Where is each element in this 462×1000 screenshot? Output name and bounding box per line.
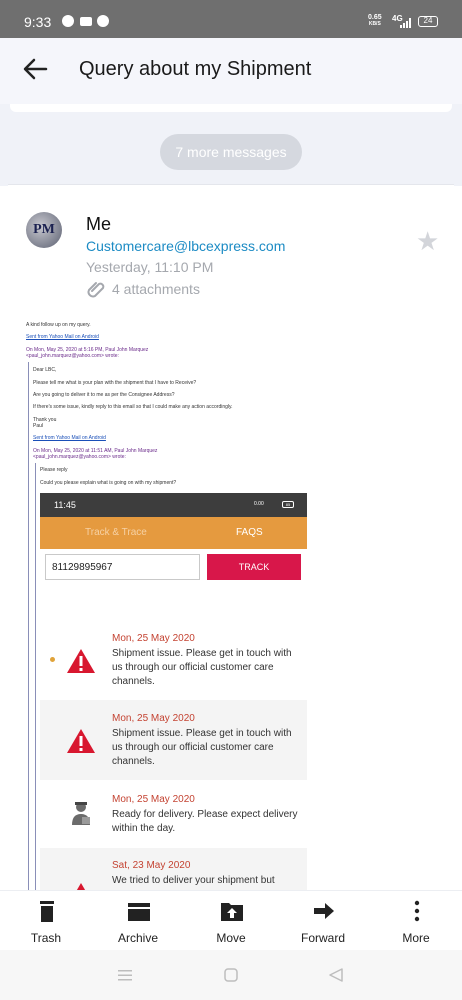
tracking-number-field: 81129895967 [45,554,200,580]
status-bar: 9:33 0.65 KB/S 4G 24 [0,0,462,38]
event-message: Shipment issue. Please get in touch with… [112,728,292,767]
tracking-event: Sat, 23 May 2020 We tried to deliver you… [40,848,307,890]
more-messages-button[interactable]: 7 more messages [160,134,302,170]
battery-icon: 24 [418,16,438,27]
event-message: We tried to deliver your shipment but [112,875,275,886]
tracking-event: Mon, 25 May 2020 Ready for delivery. Ple… [40,782,307,846]
home-icon[interactable] [223,967,239,983]
sender-name: Me [86,214,112,234]
quote-header: <paul_john.marquez@yahoo.com> wrote: [33,454,126,460]
forward-arrow-icon [314,903,334,919]
sent-from-link[interactable]: Sent from Yahoo Mail on Android [26,334,99,340]
event-date: Mon, 25 May 2020 [112,713,195,724]
body-line: Dear LBC, [33,367,57,373]
paperclip-icon [87,282,105,298]
system-nav-bar [0,950,462,1000]
app-header: Query about my Shipment [0,38,462,104]
mail-icon [80,17,92,26]
trash-icon [40,901,54,922]
star-icon[interactable]: ★ [416,226,439,257]
previous-message-card[interactable] [10,104,452,112]
warning-icon [67,649,95,673]
body-line: Could you please explain what is going o… [40,480,177,486]
page-title: Query about my Shipment [79,58,312,80]
tab-faqs: FAQS [236,527,263,538]
event-message: Shipment issue. Please get in touch with… [112,648,292,687]
body-line: If there's some issue, kindly reply to t… [33,404,233,410]
quote-header: <paul_john.marquez@yahoo.com> wrote: [26,353,119,359]
back-arrow-icon[interactable] [22,56,48,82]
courier-icon [72,802,90,825]
back-nav-icon[interactable] [328,967,344,983]
event-message: Ready for delivery. Please expect delive… [112,809,298,834]
event-date: Mon, 25 May 2020 [112,794,195,805]
recipient-email[interactable]: Customercare@lbcexpress.com [86,238,285,254]
quote-bar [28,362,29,897]
tab-track-trace: Track & Trace [85,527,147,538]
body-line: Please tell me what is your plan with th… [33,380,197,386]
archive-icon [128,903,150,921]
body-line: Are you going to deliver it to me as per… [33,392,175,398]
facebook-icon [62,15,74,27]
more-vertical-icon [414,900,420,922]
event-date: Mon, 25 May 2020 [112,633,195,644]
recents-menu-icon[interactable] [117,968,133,982]
app-notification-icon [97,15,109,27]
track-button: TRACK [207,554,301,580]
signal-icon [400,18,412,28]
body-line: Paul [33,423,44,429]
warning-icon [76,883,86,890]
action-bar: Trash Archive Move Forward More [0,890,462,950]
status-time: 9:33 [24,14,52,30]
message-date: Yesterday, 11:10 PM [86,259,214,275]
network-speed: 0.65 KB/S [368,14,382,27]
body-line: Please reply [40,467,68,473]
tracking-event: Mon, 25 May 2020 Shipment issue. Please … [40,700,307,780]
avatar[interactable]: PM [26,212,62,248]
event-date: Sat, 23 May 2020 [112,860,191,871]
warning-icon [67,729,95,753]
sent-from-link[interactable]: Sent from Yahoo Mail on Android [33,435,106,441]
body-line: A kind follow up on my query. [26,322,91,328]
quote-bar [35,463,36,897]
tracking-event: Mon, 25 May 2020 Shipment issue. Please … [40,620,307,698]
embedded-tab-bar: Track & Trace FAQS [40,517,307,549]
attachments-count: 4 attachments [112,281,200,297]
embedded-status-bar: 11:45 0.00 85 [40,493,307,517]
move-folder-icon [221,903,243,921]
